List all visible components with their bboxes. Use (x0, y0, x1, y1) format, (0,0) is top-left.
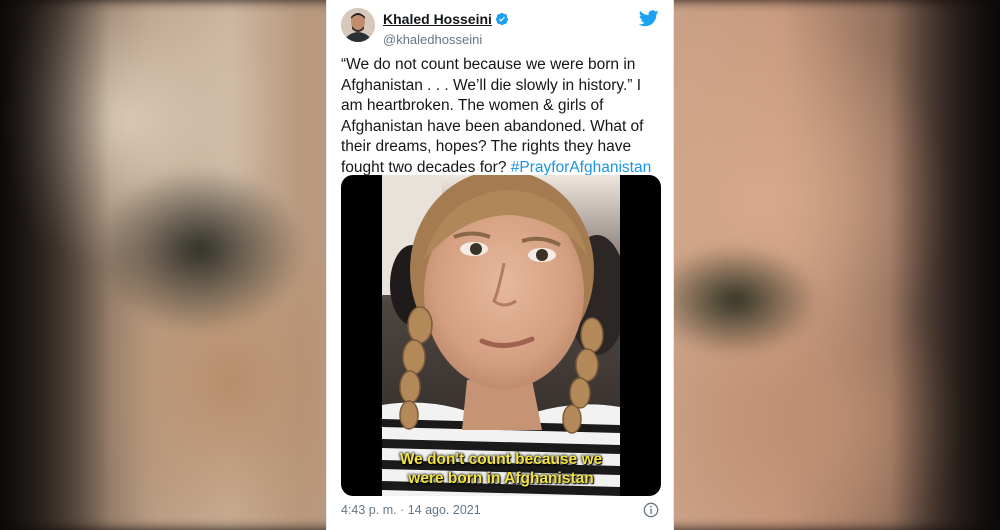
tweet-footer: 4:43 p. m. · 14 ago. 2021 (341, 502, 659, 520)
hashtag-link[interactable]: #PrayforAfghanistan (511, 159, 651, 176)
timestamp[interactable]: 4:43 p. m. · 14 ago. 2021 (341, 503, 481, 517)
avatar[interactable] (341, 8, 375, 42)
video-caption-line-1: We don't count because we (399, 451, 603, 468)
author-name[interactable]: Khaled Hosseini (383, 11, 492, 27)
tweet-header: Khaled Hosseini @khaledhosseini (341, 8, 659, 48)
video-caption-line-2: were born in Afghanistan (408, 470, 594, 487)
info-icon[interactable] (643, 502, 659, 521)
twitter-bird-icon[interactable] (638, 10, 659, 32)
author-handle[interactable]: @khaledhosseini (383, 32, 509, 48)
tweet-text: “We do not count because we were born in… (341, 55, 663, 178)
tweet-card: Khaled Hosseini @khaledhosseini “We do n… (326, 0, 674, 530)
video-frame (382, 175, 620, 496)
background-edge-right (890, 0, 1000, 530)
video-caption: We don't count because we were born in A… (341, 450, 661, 488)
author-names: Khaled Hosseini @khaledhosseini (383, 11, 509, 48)
verified-badge-icon (495, 12, 509, 31)
background-edge-left (0, 0, 110, 530)
video-player[interactable]: We don't count because we were born in A… (341, 175, 661, 496)
